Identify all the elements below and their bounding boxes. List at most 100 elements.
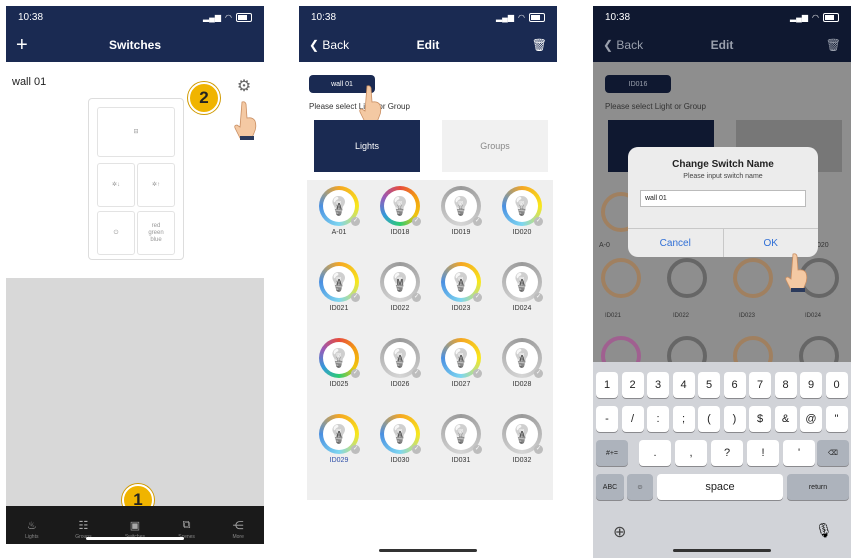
color-button[interactable]: red green blue xyxy=(137,211,175,255)
key-symbol[interactable]: " xyxy=(825,406,848,432)
switch-name-input[interactable]: wall 01 xyxy=(640,190,806,207)
bulb-type-letter: A xyxy=(336,278,342,287)
battery-icon xyxy=(529,12,545,22)
light-item[interactable]: 💡 A ✓ ID023 xyxy=(431,262,491,332)
key-9[interactable]: 0 xyxy=(825,372,848,398)
check-icon: ✓ xyxy=(534,445,543,454)
light-label: ID023 xyxy=(451,305,471,312)
key-punct[interactable]: , xyxy=(675,440,707,466)
key-symbol[interactable]: ; xyxy=(672,406,695,432)
key-symbol[interactable]: ( xyxy=(698,406,720,432)
light-item[interactable]: 💡 A ✓ A-01 xyxy=(309,186,369,256)
key-symbol[interactable]: / xyxy=(621,406,644,432)
scenes-icon: ⧉ xyxy=(182,519,191,531)
key-8[interactable]: 9 xyxy=(800,372,822,398)
tab-lights[interactable]: Lights xyxy=(314,120,420,172)
bg-light-label: ID021 xyxy=(605,313,622,319)
dim-up-button[interactable]: ✲↑ xyxy=(137,163,175,207)
key-5[interactable]: 6 xyxy=(723,372,746,398)
bg-light-label: 020 xyxy=(817,242,829,249)
light-item[interactable]: 💡 ✓ ID019 xyxy=(431,186,491,256)
switch-top-button[interactable]: ⊟ xyxy=(97,107,175,157)
light-item[interactable]: 💡 A ✓ ID026 xyxy=(370,338,430,408)
light-item[interactable]: 💡 A ✓ ID029 xyxy=(309,414,369,484)
key-3[interactable]: 4 xyxy=(672,372,695,398)
light-item[interactable]: 💡 ✓ ID018 xyxy=(370,186,430,256)
tab-groups[interactable]: Groups xyxy=(442,120,548,172)
check-icon: ✓ xyxy=(412,445,421,454)
key-symbol[interactable]: & xyxy=(774,406,797,432)
add-icon[interactable]: + xyxy=(16,35,28,55)
key-0[interactable]: 1 xyxy=(596,372,618,398)
bulb-face: 💡 A xyxy=(323,266,355,298)
key-2[interactable]: 3 xyxy=(647,372,669,398)
status-time: 10:38 xyxy=(311,11,337,23)
key-symbol[interactable]: ) xyxy=(723,406,746,432)
back-button[interactable]: ❮ Back xyxy=(603,38,643,52)
settings-gear-icon[interactable]: ⚙ xyxy=(234,76,254,96)
microphone-icon[interactable]: 🎙 xyxy=(815,522,833,539)
key-punct[interactable]: ' xyxy=(783,440,815,466)
backspace-key[interactable]: ⌫ xyxy=(817,440,849,466)
switch-icon: ▣ xyxy=(129,520,141,532)
bg-light-label: ID023 xyxy=(739,313,756,319)
bulb-icon: 💡 A ✓ xyxy=(380,338,421,378)
chevron-left-icon: ❮ xyxy=(603,38,614,52)
check-icon: ✓ xyxy=(351,293,360,302)
key-symbol[interactable]: $ xyxy=(749,406,771,432)
bulb-icon: 💡 A ✓ xyxy=(502,338,543,378)
emoji-key[interactable]: ☺ xyxy=(627,474,653,500)
light-item[interactable]: 💡 A ✓ ID030 xyxy=(370,414,430,484)
bulb-icon: 💡 M ✓ xyxy=(380,262,421,302)
key-6[interactable]: 7 xyxy=(749,372,771,398)
key-symbol[interactable]: : xyxy=(647,406,669,432)
light-item[interactable]: 💡 ✓ ID020 xyxy=(492,186,552,256)
light-label: ID022 xyxy=(390,305,410,312)
bulb-type-letter: A xyxy=(397,354,403,363)
check-icon: ✓ xyxy=(412,369,421,378)
bulb-icon: 💡 A ✓ xyxy=(441,262,482,302)
pointing-hand-icon xyxy=(785,253,808,292)
bulb-icon xyxy=(733,258,773,298)
bulb-type-letter: A xyxy=(336,202,342,211)
light-item[interactable]: 💡 A ✓ ID024 xyxy=(492,262,552,332)
key-punct[interactable]: ! xyxy=(747,440,779,466)
light-item[interactable]: 💡 A ✓ ID021 xyxy=(309,262,369,332)
light-item[interactable]: 💡 A ✓ ID032 xyxy=(492,414,552,484)
globe-icon[interactable]: ⊕ xyxy=(613,522,626,542)
light-item[interactable]: 💡 M ✓ ID022 xyxy=(370,262,430,332)
trash-icon[interactable]: 🗑 xyxy=(532,38,547,52)
light-item[interactable]: 💡 A ✓ ID027 xyxy=(431,338,491,408)
bulb-type-letter: M xyxy=(396,278,404,287)
tab-lights[interactable]: ♨ Lights xyxy=(12,519,52,540)
bulb-face: 💡 A xyxy=(384,342,416,374)
back-button[interactable]: ❮ Back xyxy=(309,38,349,52)
light-label: ID019 xyxy=(451,229,471,236)
light-label: ID029 xyxy=(329,457,349,464)
return-key[interactable]: return xyxy=(787,474,849,500)
switch-panel[interactable]: ⊟ ✲↓ ✲↑ ⏻ red green blue xyxy=(88,98,184,260)
key-symbol[interactable]: @ xyxy=(800,406,822,432)
bulb-type-letter: A xyxy=(519,278,525,287)
key-1[interactable]: 2 xyxy=(621,372,644,398)
key-7[interactable]: 8 xyxy=(774,372,797,398)
space-key[interactable]: space xyxy=(657,474,783,500)
key-punct[interactable]: . xyxy=(639,440,671,466)
light-item[interactable]: 💡 ✓ ID031 xyxy=(431,414,491,484)
light-label: ID031 xyxy=(451,457,471,464)
power-button[interactable]: ⏻ xyxy=(97,211,135,255)
light-item[interactable]: 💡 ✓ ID025 xyxy=(309,338,369,408)
trash-icon[interactable]: 🗑 xyxy=(826,38,841,52)
light-item[interactable]: 💡 A ✓ ID028 xyxy=(492,338,552,408)
symbols-toggle-key[interactable]: #+= xyxy=(596,440,628,466)
phone-rename-dialog-screen: 10:38 ▂▄▆ ◠ ❮ Back Edit 🗑 ID016 Please se… xyxy=(593,6,851,558)
wifi-icon: ◠ xyxy=(225,12,232,22)
key-symbol[interactable]: - xyxy=(596,406,618,432)
key-4[interactable]: 5 xyxy=(698,372,720,398)
key-punct[interactable]: ? xyxy=(711,440,743,466)
tab-more[interactable]: ⋲ More xyxy=(218,519,258,540)
bulb-face: 💡 M xyxy=(384,266,416,298)
cancel-button[interactable]: Cancel xyxy=(628,229,724,257)
dim-down-button[interactable]: ✲↓ xyxy=(97,163,135,207)
abc-key[interactable]: ABC xyxy=(596,474,624,500)
